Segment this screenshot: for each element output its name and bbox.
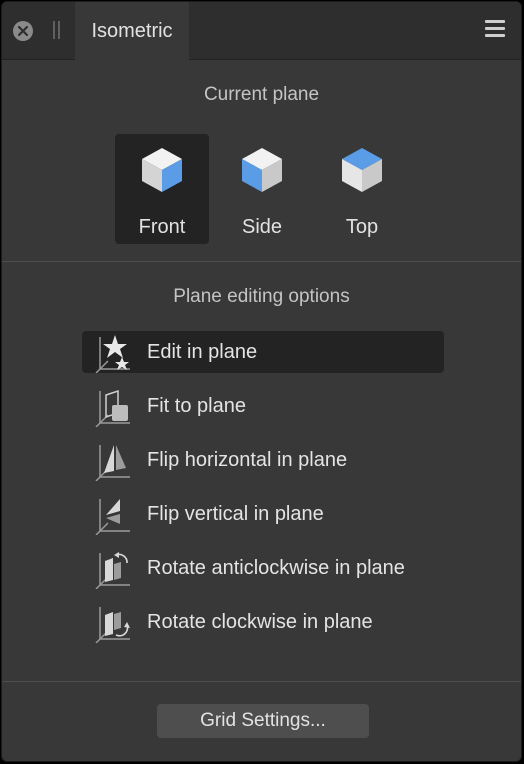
grid-settings-button[interactable]: Grid Settings... [157,704,369,738]
plane-front-label: Front [138,216,186,238]
plane-front-button[interactable]: Front [115,134,209,244]
cube-front-icon [142,148,182,192]
flip-vertical-label: Flip vertical in plane [147,503,324,525]
flip-horizontal-button[interactable]: Flip horizontal in plane [82,439,444,481]
flip-horizontal-icon [95,445,130,481]
rotate-anticlockwise-label: Rotate anticlockwise in plane [147,557,405,579]
close-icon [17,25,29,37]
rotate-anticlockwise-button[interactable]: Rotate anticlockwise in plane [82,547,444,589]
isometric-panel: Isometric Current plane Front Side Top P… [1,1,522,762]
edit-in-plane-icon [95,335,130,373]
current-plane-heading: Current plane [203,84,320,105]
plane-top-label: Top [345,216,379,238]
plane-side-button[interactable]: Side [215,134,309,244]
rotate-clockwise-label: Rotate clockwise in plane [147,611,373,633]
close-panel-button[interactable] [13,21,33,41]
rotate-clockwise-button[interactable]: Rotate clockwise in plane [82,601,444,643]
fit-to-plane-icon [95,389,130,427]
cube-side-icon [242,148,282,192]
edit-in-plane-label: Edit in plane [147,341,258,363]
plane-editing-heading: Plane editing options [173,286,350,307]
panel-menu-icon[interactable] [485,20,505,38]
cube-top-icon [342,148,382,192]
footer-divider [2,681,521,682]
section-divider [2,261,521,262]
rotate-anticlockwise-icon [95,552,130,589]
flip-horizontal-label: Flip horizontal in plane [147,449,348,471]
grid-settings-label: Grid Settings... [200,710,326,731]
flip-vertical-button[interactable]: Flip vertical in plane [82,493,444,535]
plane-top-button[interactable]: Top [315,134,409,244]
rotate-clockwise-icon [95,607,130,643]
tab-isometric[interactable]: Isometric [75,2,189,60]
flip-vertical-icon [95,499,130,535]
tab-label: Isometric [91,19,173,42]
panel-titlebar: Isometric [2,2,521,60]
drag-grip-icon[interactable] [53,21,61,41]
fit-to-plane-button[interactable]: Fit to plane [82,385,444,427]
plane-side-label: Side [241,216,283,238]
edit-in-plane-button[interactable]: Edit in plane [82,331,444,373]
fit-to-plane-label: Fit to plane [147,395,246,417]
